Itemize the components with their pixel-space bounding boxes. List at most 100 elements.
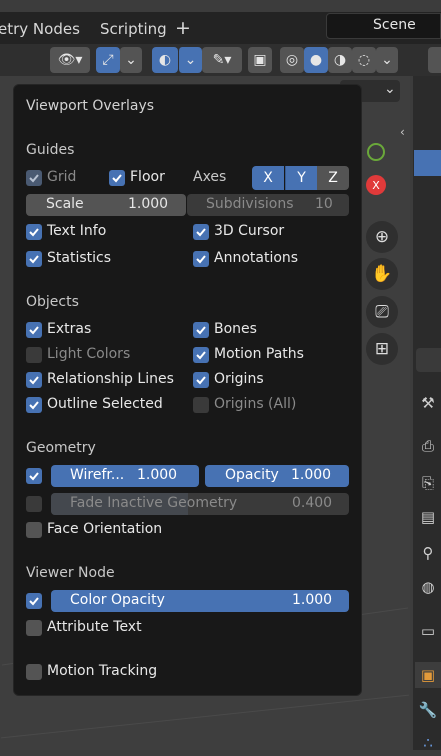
zoom-icon[interactable]: ⊕ — [366, 221, 398, 253]
subdivisions-value: 10 — [315, 196, 333, 212]
fade-inactive-label: Fade Inactive Geometry — [70, 495, 238, 511]
chevron-down-icon: ⌄ — [384, 81, 396, 97]
grid-checkbox[interactable] — [26, 170, 42, 186]
annotations-checkbox[interactable] — [193, 251, 209, 267]
wireframe-checkbox[interactable] — [26, 468, 42, 484]
annotate-tool-icon[interactable]: ✎▾ — [202, 47, 242, 73]
object-properties-icon[interactable]: ▣ — [415, 662, 441, 688]
origins-label: Origins — [214, 371, 264, 387]
wireframe-value: 1.000 — [137, 467, 178, 483]
scene-name: Scene — [373, 17, 416, 33]
overlays-dropdown-icon[interactable]: ⌄ — [178, 47, 202, 73]
world-properties-icon[interactable]: ◍ — [415, 574, 441, 600]
color-opacity-value: 1.000 — [292, 592, 333, 608]
scene-properties-icon[interactable]: ⚲ — [415, 540, 441, 566]
particles-properties-icon[interactable]: ∴ — [415, 730, 441, 756]
viewport-header: 👁▾ ⤢ ⌄ ◐ ⌄ ✎▾ ▣ ◎ ● ◑ ◌ ⌄ — [0, 44, 441, 76]
annotate-tool-active-icon[interactable] — [414, 150, 441, 176]
scene-field[interactable]: Scene — [326, 13, 441, 39]
xray-toggle-icon[interactable]: ▣ — [248, 47, 272, 73]
color-opacity-checkbox[interactable] — [26, 593, 42, 609]
output-properties-icon[interactable]: ⎘ — [415, 470, 441, 496]
axis-x-toggle[interactable]: X — [252, 166, 284, 190]
light-colors-label: Light Colors — [47, 346, 131, 362]
3d-cursor-checkbox[interactable] — [193, 224, 209, 240]
fade-inactive-checkbox[interactable] — [26, 496, 42, 512]
subdivisions-label: Subdivisions — [206, 196, 294, 212]
perspective-grid-icon[interactable]: ⊞ — [366, 333, 398, 365]
color-opacity-slider[interactable]: Color Opacity 1.000 — [51, 590, 349, 612]
wireframe-opacity-slider[interactable]: Opacity 1.000 — [205, 465, 349, 487]
light-colors-checkbox[interactable] — [26, 347, 42, 363]
floor-checkbox[interactable] — [109, 170, 125, 186]
wireframe-threshold-slider[interactable]: Wirefr... 1.000 — [51, 465, 199, 487]
scale-label: Scale — [46, 196, 84, 212]
tab-scripting[interactable]: Scripting — [100, 20, 167, 38]
modifier-properties-icon[interactable]: 🔧 — [415, 697, 441, 723]
motion-paths-checkbox[interactable] — [193, 347, 209, 363]
outline-selected-label: Outline Selected — [47, 396, 163, 412]
viewer-node-heading: Viewer Node — [26, 565, 115, 581]
header-overflow[interactable] — [428, 47, 441, 73]
axes-label: Axes — [193, 169, 227, 185]
add-workspace-button[interactable]: + — [175, 17, 191, 39]
relationship-lines-checkbox[interactable] — [26, 372, 42, 388]
3d-cursor-label: 3D Cursor — [214, 223, 285, 239]
axis-z-toggle[interactable]: Z — [317, 166, 349, 190]
gizmo-y-axis-icon[interactable] — [367, 143, 385, 161]
shading-solid-icon[interactable]: ● — [304, 47, 328, 73]
subdivisions-field[interactable]: Subdivisions 10 — [187, 194, 349, 216]
view-layer-icon[interactable]: ▤ — [415, 504, 441, 530]
axis-y-toggle[interactable]: Y — [285, 166, 317, 190]
scale-field[interactable]: Scale 1.000 — [26, 194, 186, 216]
render-properties-icon[interactable]: ⎙ — [415, 433, 441, 459]
fade-inactive-value: 0.400 — [292, 495, 333, 511]
camera-view-icon[interactable]: ⎚ — [366, 296, 398, 328]
grid-line — [1, 694, 409, 739]
opacity-label: Opacity — [225, 467, 279, 483]
bones-label: Bones — [214, 321, 257, 337]
origins-all-checkbox[interactable] — [193, 397, 209, 413]
attribute-text-label: Attribute Text — [47, 619, 142, 635]
scale-value: 1.000 — [128, 196, 169, 212]
statistics-checkbox[interactable] — [26, 251, 42, 267]
face-orientation-checkbox[interactable] — [26, 522, 42, 538]
opacity-value: 1.000 — [291, 467, 332, 483]
statistics-label: Statistics — [47, 250, 111, 266]
motion-tracking-checkbox[interactable] — [26, 664, 42, 680]
text-info-checkbox[interactable] — [26, 224, 42, 240]
properties-header — [416, 348, 441, 372]
gizmo-dropdown-icon[interactable]: ⌄ — [120, 47, 142, 73]
gizmo-toggle-icon[interactable]: ⤢ — [96, 47, 120, 73]
outline-selected-checkbox[interactable] — [26, 397, 42, 413]
fade-inactive-slider[interactable]: Fade Inactive Geometry 0.400 — [51, 493, 349, 515]
objects-heading: Objects — [26, 294, 79, 310]
shading-options-dropdown-icon[interactable]: ⌄ — [376, 47, 398, 73]
bones-checkbox[interactable] — [193, 322, 209, 338]
extras-label: Extras — [47, 321, 92, 337]
visibility-icon[interactable]: 👁▾ — [50, 47, 90, 73]
relationship-lines-label: Relationship Lines — [47, 371, 174, 387]
gizmo-x-axis-icon[interactable]: X — [366, 175, 386, 195]
shading-wireframe-icon[interactable]: ◎ — [280, 47, 304, 73]
annotations-label: Annotations — [214, 250, 299, 266]
extras-checkbox[interactable] — [26, 322, 42, 338]
workspace-tabs-bar: etry Nodes Scripting + ⊕▾ Scene — [0, 12, 441, 44]
face-orientation-label: Face Orientation — [47, 521, 163, 537]
shading-material-icon[interactable]: ◑ — [328, 47, 352, 73]
origins-checkbox[interactable] — [193, 372, 209, 388]
pan-hand-icon[interactable]: ✋ — [366, 258, 398, 290]
floor-label: Floor — [130, 169, 165, 185]
shading-rendered-icon[interactable]: ◌ — [352, 47, 376, 73]
geometry-heading: Geometry — [26, 440, 96, 456]
attribute-text-checkbox[interactable] — [26, 620, 42, 636]
tab-geometry-nodes[interactable]: etry Nodes — [0, 20, 80, 38]
tool-settings-icon[interactable]: ⚒ — [415, 390, 441, 416]
motion-tracking-label: Motion Tracking — [47, 663, 158, 679]
popover-title: Viewport Overlays — [26, 98, 155, 114]
color-opacity-label: Color Opacity — [70, 592, 165, 608]
guides-heading: Guides — [26, 142, 75, 158]
overlays-toggle-icon[interactable]: ◐ — [152, 47, 178, 73]
sidebar-toggle-icon[interactable]: ‹ — [400, 125, 405, 139]
collection-properties-icon[interactable]: ▭ — [415, 618, 441, 644]
